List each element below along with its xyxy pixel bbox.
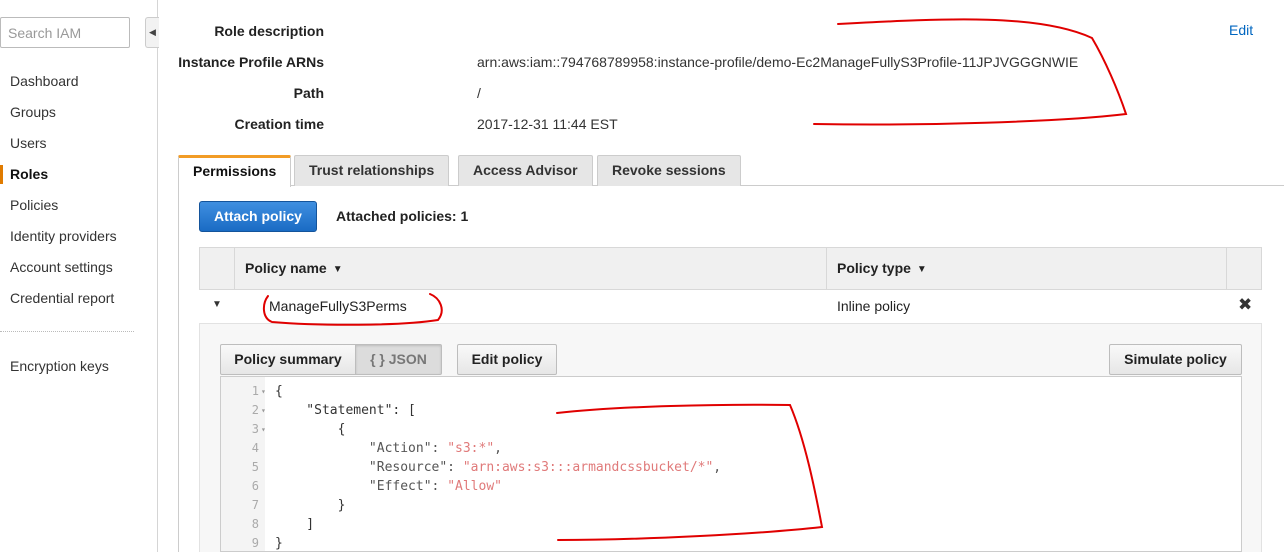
- line-number: 9: [251, 536, 259, 550]
- detail-value: /: [477, 85, 481, 101]
- code-text: "Action": "s3:*",: [275, 441, 502, 456]
- column-label: Policy name: [245, 260, 327, 276]
- code-line: 4 "Action": "s3:*",: [221, 439, 1221, 458]
- edit-description-link[interactable]: Edit: [1229, 22, 1253, 38]
- code-line: 1 ▾ {: [221, 382, 1221, 401]
- code-text: ]: [275, 517, 315, 532]
- detail-row-creation-time: Creation time 2017-12-31 11:44 EST: [160, 109, 1160, 140]
- line-number: 3: [251, 422, 259, 436]
- code-line: 8 ]: [221, 515, 1221, 534]
- code-text: {: [275, 422, 346, 437]
- sidebar-item-roles[interactable]: Roles: [0, 159, 157, 190]
- column-header-policy-name[interactable]: Policy name ▼: [234, 248, 826, 289]
- code-line: 2 ▾ "Statement": [: [221, 401, 1221, 420]
- tab-trust-relationships[interactable]: Trust relationships: [294, 155, 450, 186]
- column-label: Policy type: [837, 260, 911, 276]
- code-line: 3 ▾ {: [221, 420, 1221, 439]
- sidebar-divider: [0, 331, 134, 332]
- policy-summary-button[interactable]: Policy summary: [220, 344, 356, 375]
- sort-down-icon: ▼: [916, 263, 927, 275]
- code-text: }: [275, 536, 283, 551]
- line-number: 4: [251, 441, 259, 455]
- simulate-policy-button[interactable]: Simulate policy: [1109, 344, 1242, 375]
- fold-caret-icon[interactable]: ▾: [261, 420, 266, 439]
- edit-policy-button[interactable]: Edit policy: [457, 344, 557, 375]
- code-line: 7 }: [221, 496, 1221, 515]
- detail-row-instance-profile-arns: Instance Profile ARNs arn:aws:iam::79476…: [160, 47, 1160, 78]
- sidebar-item-credential-report[interactable]: Credential report: [0, 283, 157, 314]
- detail-label: Role description: [214, 23, 324, 39]
- line-number: 7: [251, 498, 259, 512]
- detail-value: 2017-12-31 11:44 EST: [477, 116, 618, 132]
- sidebar-item-encryption-keys[interactable]: Encryption keys: [0, 351, 157, 382]
- policy-type: Inline policy: [837, 298, 911, 314]
- line-number: 8: [251, 517, 259, 531]
- detail-label: Path: [293, 85, 324, 101]
- sidebar-item-policies[interactable]: Policies: [0, 190, 157, 221]
- code-line: 6 "Effect": "Allow": [221, 477, 1221, 496]
- detail-label: Creation time: [234, 116, 324, 132]
- remove-policy-icon[interactable]: ✖: [1238, 295, 1252, 315]
- sort-down-icon: ▼: [332, 263, 343, 275]
- tab-revoke-sessions[interactable]: Revoke sessions: [597, 155, 741, 186]
- expand-caret-icon[interactable]: ▼: [212, 299, 222, 310]
- attach-policy-button[interactable]: Attach policy: [199, 201, 317, 232]
- column-header-actions: [1226, 248, 1262, 289]
- json-editor[interactable]: 1 ▾{2 ▾ "Statement": [3 ▾ {4 "Action": "s3:…: [220, 376, 1242, 552]
- code-line: 5 "Resource": "arn:aws:s3:::armandcssbuc…: [221, 458, 1221, 477]
- fold-caret-icon[interactable]: ▾: [261, 382, 266, 401]
- line-number: 5: [251, 460, 259, 474]
- sidebar-item-identity-providers[interactable]: Identity providers: [0, 221, 157, 252]
- json-view-button[interactable]: { } JSON: [355, 344, 442, 375]
- policy-name-link[interactable]: ManageFullyS3Perms: [269, 298, 407, 314]
- detail-label: Instance Profile ARNs: [178, 54, 324, 70]
- line-number: 1: [251, 384, 259, 398]
- detail-value: arn:aws:iam::794768789958:instance-profi…: [477, 54, 1079, 70]
- fold-caret-icon[interactable]: ▾: [261, 401, 266, 420]
- detail-row-role-description: Role description: [160, 16, 1160, 47]
- tab-access-advisor[interactable]: Access Advisor: [458, 155, 593, 186]
- code-text: "Effect": "Allow": [275, 479, 502, 494]
- code-text: "Resource": "arn:aws:s3:::armandcssbucke…: [275, 460, 722, 475]
- sidebar-item-account-settings[interactable]: Account settings: [0, 252, 157, 283]
- detail-row-path: Path /: [160, 78, 1160, 109]
- line-number: 2: [251, 403, 259, 417]
- table-row: ▼ ManageFullyS3Perms Inline policy ✖: [199, 290, 1262, 324]
- code-text: "Statement": [: [275, 403, 416, 418]
- code-text: }: [275, 498, 346, 513]
- column-header-policy-type[interactable]: Policy type ▼: [826, 248, 1226, 289]
- policy-table-header: Policy name ▼ Policy type ▼: [199, 247, 1262, 290]
- line-number: 6: [251, 479, 259, 493]
- tab-permissions[interactable]: Permissions: [178, 155, 292, 187]
- attached-policies-count: Attached policies: 1: [336, 208, 469, 224]
- code-text: {: [275, 384, 283, 399]
- code-line: 9}: [221, 534, 1221, 551]
